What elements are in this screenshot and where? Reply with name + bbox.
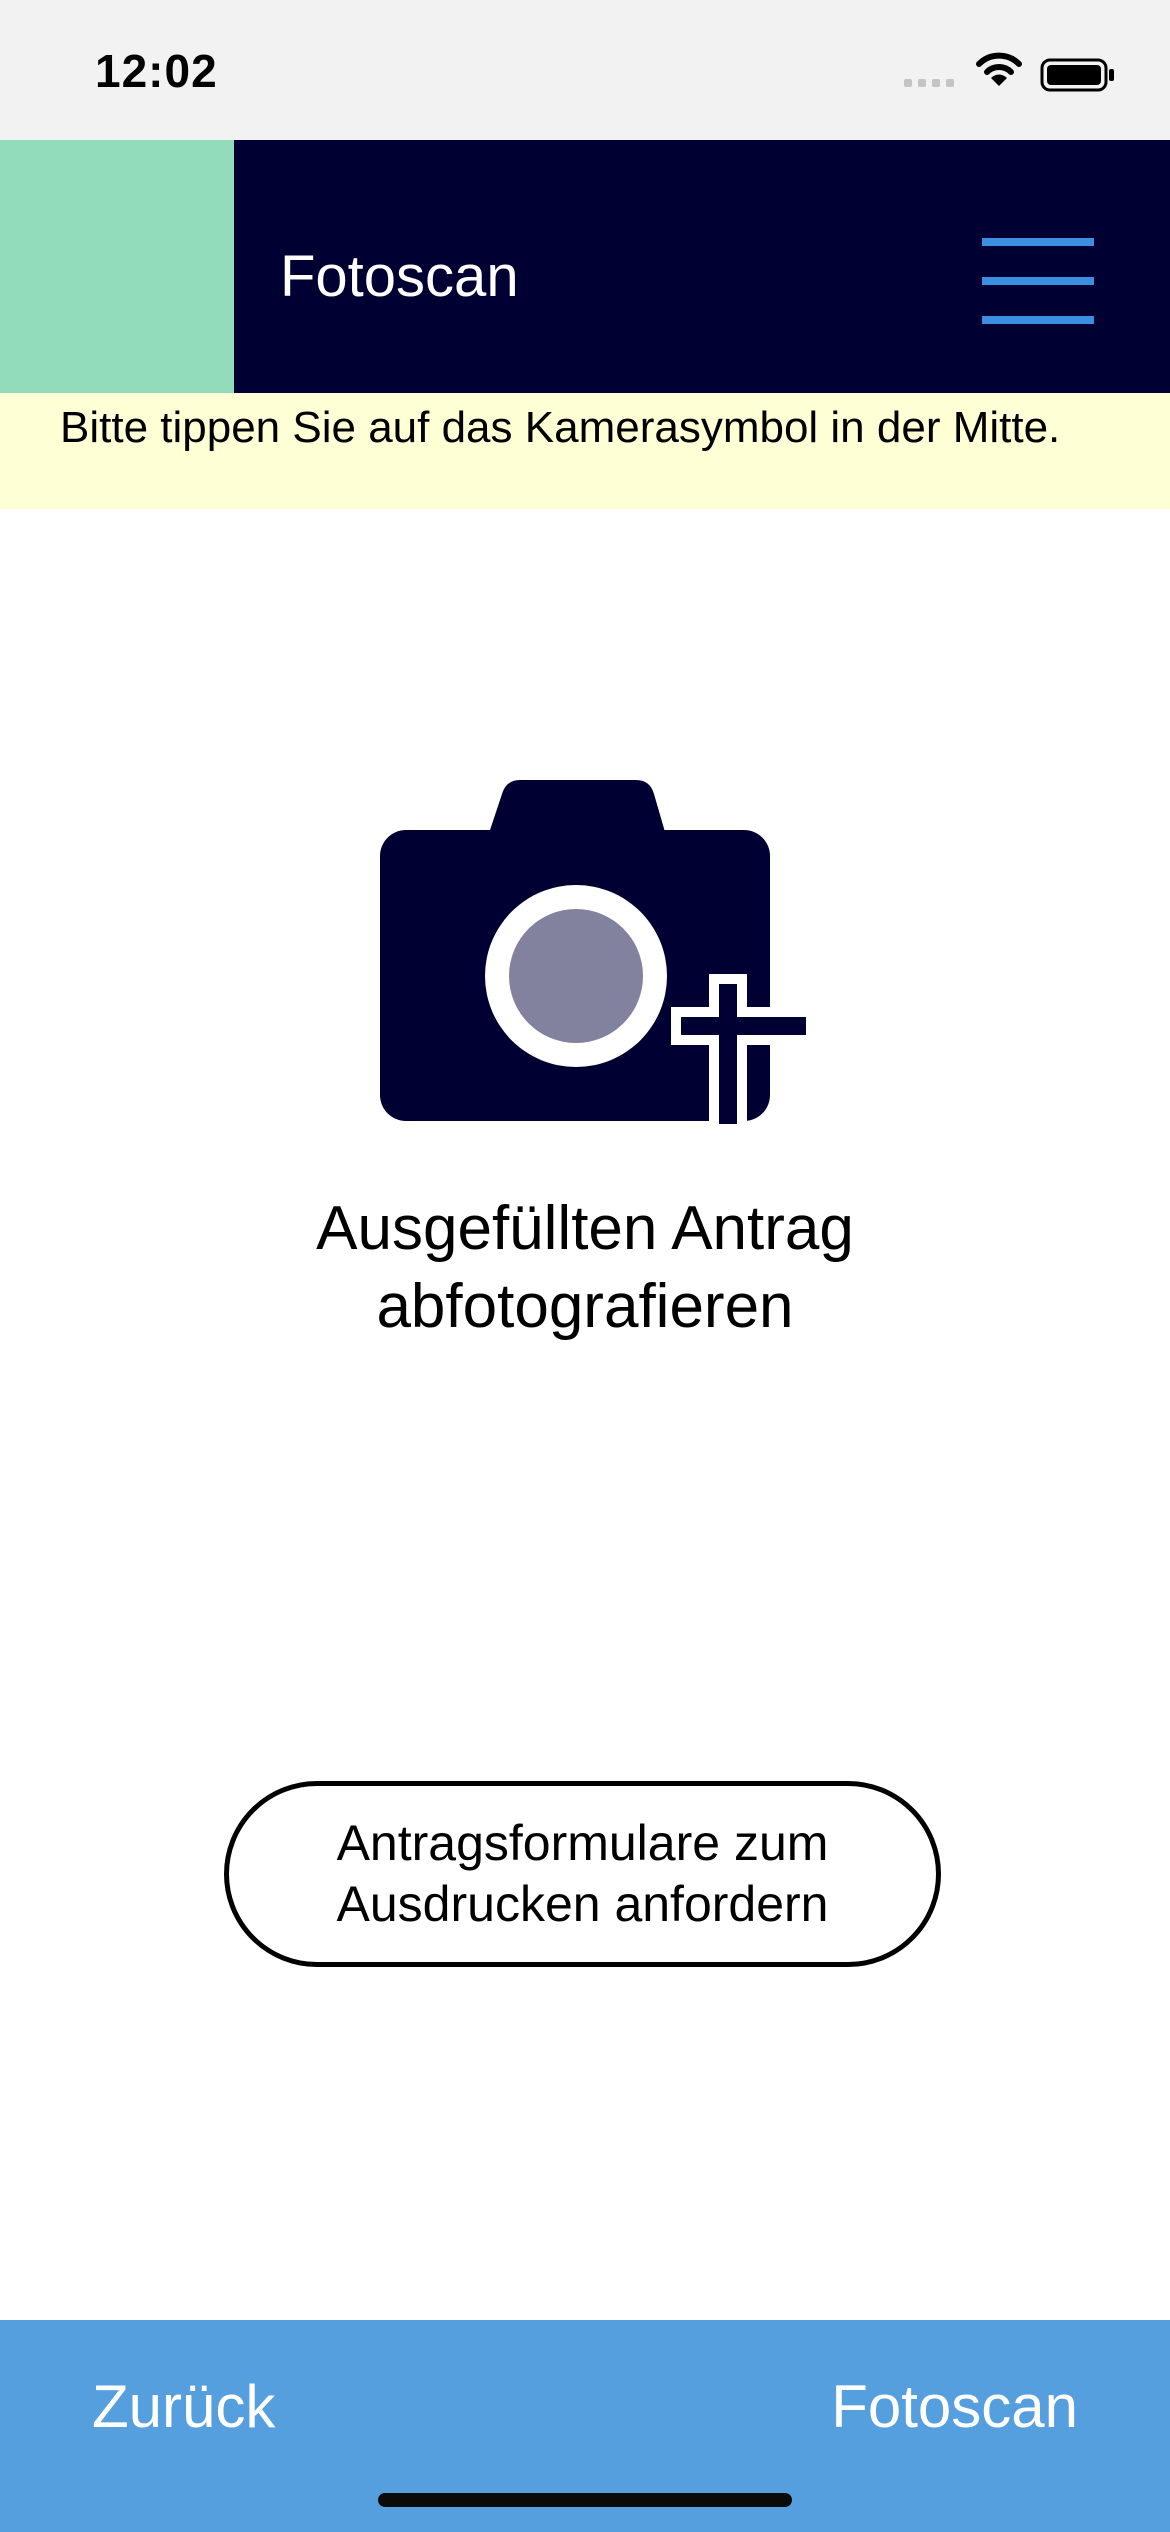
home-indicator [378,2493,792,2507]
fotoscan-nav-button[interactable]: Fotoscan [831,2372,1078,2441]
menu-bar-bottom [982,316,1094,324]
camera-icon-graphic [380,780,806,1124]
camera-caption: Ausgefüllten Antrag abfotografieren [316,1194,854,1341]
menu-bar-top [982,238,1094,246]
hint-text: Bitte tippen Sie auf das Kamerasymbol in… [60,403,1061,452]
page-title: Fotoscan [280,244,519,309]
request-forms-label: Antragsformulare zum Ausdrucken anforder… [336,1815,829,1932]
status-time: 12:02 [95,45,218,97]
bottom-nav-bar: Zurück Fotoscan [0,2320,1170,2532]
wifi-icon [976,52,1022,86]
app-header: Fotoscan [0,140,1170,393]
status-bar: 12:02 [0,0,1170,140]
menu-bar-middle [982,277,1094,285]
request-forms-button[interactable]: Antragsformulare zum Ausdrucken anforder… [224,1781,941,1967]
camera-plus-icon[interactable] [380,780,810,1130]
cellular-signal-icon [904,79,954,87]
hamburger-menu-icon[interactable] [982,238,1094,324]
hint-banner: Bitte tippen Sie auf das Kamerasymbol in… [0,393,1170,509]
battery-icon [1040,58,1114,92]
logo-tile [0,140,234,393]
back-button[interactable]: Zurück [92,2372,275,2441]
